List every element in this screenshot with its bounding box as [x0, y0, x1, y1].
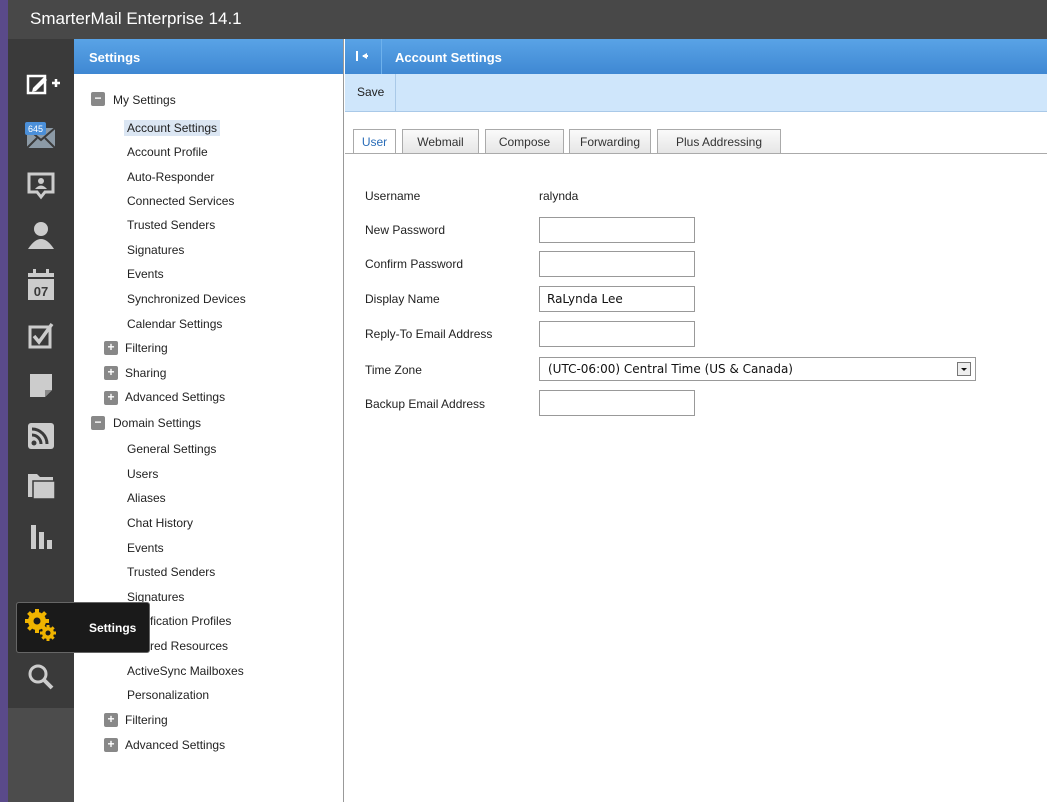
- chat-button[interactable]: [8, 160, 74, 210]
- tab-user[interactable]: User: [353, 129, 396, 154]
- settings-button-overlay[interactable]: [8, 600, 74, 650]
- settings-tooltip-overlay-label: Settings: [89, 621, 137, 635]
- tree-item-personalization[interactable]: Personalization: [127, 688, 209, 702]
- mail-button[interactable]: 645: [8, 110, 74, 160]
- domain-filtering-expand-toggle[interactable]: +: [104, 713, 118, 727]
- main-panel: Account Settings Save User Webmail Compo…: [345, 39, 1047, 802]
- backup-email-field[interactable]: [539, 390, 695, 416]
- tree-node-sharing[interactable]: Sharing: [125, 366, 166, 380]
- domain-settings-collapse-toggle[interactable]: −: [91, 416, 105, 430]
- reports-icon: [31, 525, 52, 549]
- contacts-icon: [28, 222, 54, 249]
- page-title: Account Settings: [395, 50, 502, 65]
- backup-email-label: Backup Email Address: [365, 397, 486, 411]
- sharing-expand-toggle[interactable]: +: [104, 366, 118, 380]
- confirm-password-label: Confirm Password: [365, 257, 464, 271]
- app-title: SmarterMail Enterprise 14.1: [30, 9, 242, 28]
- calendar-day: 07: [34, 284, 48, 299]
- tab-baseline: [345, 153, 1047, 154]
- tab-webmail[interactable]: Webmail: [402, 129, 479, 153]
- compose-icon: [26, 74, 60, 95]
- tree-node-domain-settings[interactable]: Domain Settings: [113, 416, 201, 430]
- tree-item-auto-responder[interactable]: Auto-Responder: [127, 170, 214, 184]
- tree-item-account-settings[interactable]: Account Settings: [124, 120, 221, 136]
- my-settings-collapse-toggle[interactable]: −: [91, 92, 105, 106]
- header-separator: [381, 39, 382, 74]
- files-icon: [28, 474, 56, 500]
- tree-item-account-profile[interactable]: Account Profile: [127, 145, 208, 159]
- display-name-label: Display Name: [365, 292, 440, 306]
- files-button[interactable]: [8, 460, 74, 510]
- calendar-icon: 07: [28, 269, 54, 300]
- tree-item-chat-history[interactable]: Chat History: [127, 516, 193, 530]
- tree-item-users[interactable]: Users: [127, 467, 158, 481]
- calendar-button[interactable]: 07: [8, 260, 74, 310]
- reports-button[interactable]: [8, 510, 74, 560]
- window-edge: [0, 0, 8, 802]
- tree-item-domain-events[interactable]: Events: [127, 541, 164, 555]
- tree-header: Settings: [74, 39, 343, 74]
- tree-item-synchronized-devices[interactable]: Synchronized Devices: [127, 292, 246, 306]
- reply-to-field[interactable]: [539, 321, 695, 347]
- mail-badge: 645: [28, 124, 43, 134]
- tasks-icon: [28, 322, 54, 349]
- tree-item-trusted-senders[interactable]: Trusted Senders: [127, 218, 215, 232]
- confirm-password-field[interactable]: [539, 251, 695, 277]
- tree-item-events[interactable]: Events: [127, 267, 164, 281]
- tree-item-domain-trusted-senders[interactable]: Trusted Senders: [127, 565, 215, 579]
- tab-compose[interactable]: Compose: [485, 129, 564, 153]
- tree-node-domain-filtering[interactable]: Filtering: [125, 713, 168, 727]
- tree-node-filtering[interactable]: Filtering: [125, 341, 168, 355]
- new-password-field[interactable]: [539, 217, 695, 243]
- tasks-button[interactable]: [8, 310, 74, 360]
- title-bar: SmarterMail Enterprise 14.1: [0, 0, 1047, 39]
- main-header: Account Settings: [345, 39, 1047, 74]
- icon-bar-footer: [8, 708, 74, 802]
- rss-icon: [28, 423, 54, 449]
- search-icon: [28, 664, 54, 690]
- toolbar: Save: [345, 74, 1047, 112]
- tree-item-calendar-settings[interactable]: Calendar Settings: [127, 317, 222, 331]
- tree-node-domain-advanced-settings[interactable]: Advanced Settings: [125, 738, 225, 752]
- domain-advanced-settings-expand-toggle[interactable]: +: [104, 738, 118, 752]
- mail-icon: 645: [25, 122, 56, 149]
- tab-plus-addressing[interactable]: Plus Addressing: [657, 129, 781, 153]
- dropdown-arrow-icon[interactable]: [957, 362, 971, 376]
- tree-item-general-settings[interactable]: General Settings: [127, 442, 216, 456]
- reply-to-label: Reply-To Email Address: [365, 327, 493, 341]
- search-button[interactable]: [8, 652, 74, 702]
- username-label: Username: [365, 189, 421, 203]
- notes-button[interactable]: [8, 360, 74, 410]
- username-value: ralynda: [539, 189, 579, 203]
- tree-node-advanced-settings[interactable]: Advanced Settings: [125, 390, 225, 404]
- notes-icon: [30, 374, 52, 397]
- filtering-expand-toggle[interactable]: +: [104, 341, 118, 355]
- tree-item-activesync-mailboxes[interactable]: ActiveSync Mailboxes: [127, 664, 244, 678]
- time-zone-value: (UTC-06:00) Central Time (US & Canada): [548, 362, 793, 376]
- tree-node-my-settings[interactable]: My Settings: [113, 93, 176, 107]
- tree-item-aliases[interactable]: Aliases: [127, 491, 166, 505]
- advanced-settings-expand-toggle[interactable]: +: [104, 391, 118, 405]
- display-name-field[interactable]: RaLynda Lee: [539, 286, 695, 312]
- tree-item-signatures[interactable]: Signatures: [127, 243, 184, 257]
- contacts-button[interactable]: [8, 210, 74, 260]
- save-button[interactable]: Save: [345, 74, 397, 111]
- time-zone-label: Time Zone: [365, 363, 422, 377]
- tree-item-notification-profiles[interactable]: fication Profiles: [150, 614, 231, 628]
- collapse-panel-icon[interactable]: [355, 49, 369, 63]
- time-zone-select[interactable]: (UTC-06:00) Central Time (US & Canada): [539, 357, 976, 381]
- new-password-label: New Password: [365, 223, 446, 237]
- tree-item-shared-resources[interactable]: red Resources: [150, 639, 228, 653]
- settings-tree-panel: Settings − My Settings Account Settings …: [74, 39, 344, 802]
- compose-button[interactable]: [8, 60, 74, 110]
- chat-icon: [27, 172, 55, 200]
- settings-icon: [25, 609, 56, 641]
- tree-item-connected-services[interactable]: Connected Services: [127, 194, 234, 208]
- rss-button[interactable]: [8, 410, 74, 460]
- tab-forwarding[interactable]: Forwarding: [569, 129, 651, 153]
